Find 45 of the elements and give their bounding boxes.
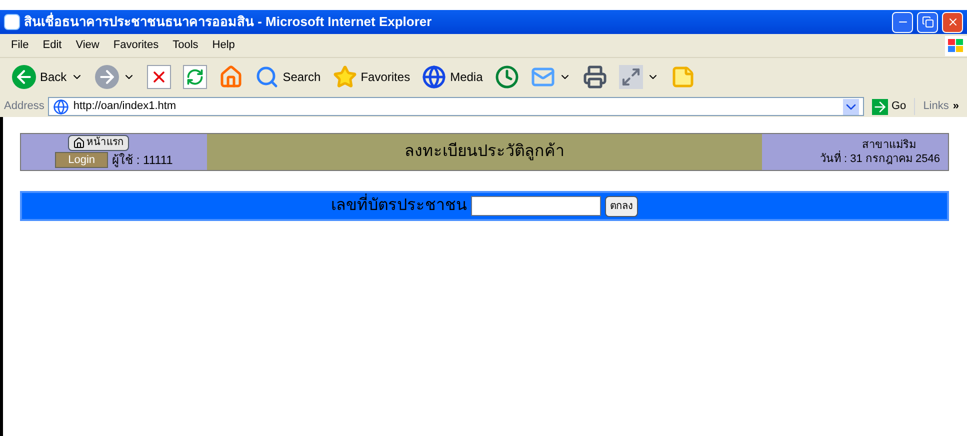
restore-button[interactable]	[917, 12, 938, 32]
go-button[interactable]: Go	[868, 98, 910, 115]
toolbar-button[interactable]: Favorites	[328, 61, 414, 93]
restore-icon	[922, 16, 934, 28]
refresh-icon	[182, 65, 207, 89]
menu-item[interactable]: View	[68, 37, 106, 54]
toolbar-button[interactable]: Media	[418, 61, 487, 93]
close-button[interactable]	[942, 12, 963, 32]
user-label: ผู้ใช้ : 11111	[112, 152, 173, 169]
home-button[interactable]: หน้าแรก	[68, 135, 128, 151]
date-label: วันที่ : 31 กรกฎาคม 2546	[820, 152, 940, 166]
windows-logo-icon	[945, 36, 967, 56]
dropdown-caret-icon[interactable]	[842, 98, 858, 114]
toolbar-button[interactable]: Search	[250, 61, 325, 93]
search-icon	[254, 65, 279, 89]
page-globe-icon	[53, 98, 70, 114]
menu-item[interactable]: Edit	[36, 37, 69, 54]
menu-item[interactable]: Tools	[166, 37, 206, 54]
id-card-label: เลขที่บัตรประชาชน	[331, 194, 467, 218]
id-card-field[interactable]	[471, 196, 601, 216]
page-icon	[4, 14, 20, 30]
toolbar-button[interactable]: Back	[8, 61, 87, 93]
printer-icon	[582, 65, 607, 89]
note-icon	[670, 65, 695, 89]
links-label[interactable]: Links	[914, 98, 949, 115]
resize-icon	[618, 65, 643, 89]
ok-button[interactable]: ตกลง	[605, 196, 638, 216]
star-icon	[332, 65, 357, 89]
address-field[interactable]: http://oan/index1.htm	[48, 97, 864, 116]
menu-item[interactable]: File	[4, 37, 36, 54]
close-icon	[946, 16, 958, 28]
stop-icon	[146, 65, 171, 89]
address-label: Address	[4, 99, 44, 114]
window-title: สินเชื่อธนาคารประชาชนธนาคารออมสิน - Microsoft Internet Explorer	[24, 12, 432, 32]
links-more[interactable]: »	[952, 98, 963, 115]
envelope-icon	[530, 65, 555, 89]
branch-label: สาขาแม่ริม	[862, 138, 917, 152]
menu-item[interactable]: Favorites	[106, 37, 166, 54]
house-icon	[72, 137, 84, 149]
minimize-button[interactable]	[892, 12, 913, 32]
menu-item[interactable]: Help	[205, 37, 242, 54]
page-title: ลงทะเบียนประวัติลูกค้า	[404, 141, 564, 162]
house-icon	[218, 65, 243, 89]
globe-icon	[422, 65, 446, 89]
clock-icon	[494, 65, 519, 89]
